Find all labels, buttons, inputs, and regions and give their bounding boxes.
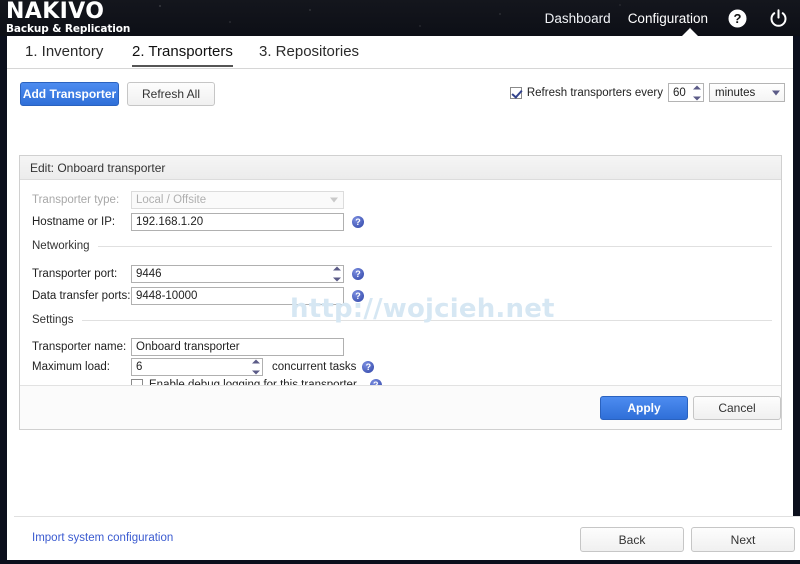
nav-item-dashboard[interactable]: Dashboard [545, 11, 611, 26]
cancel-button[interactable]: Cancel [693, 396, 781, 420]
add-transporter-button[interactable]: Add Transporter [20, 82, 119, 106]
chevron-down-icon [330, 198, 338, 203]
tab-repositories[interactable]: 3. Repositories [259, 43, 359, 65]
nakivo-logo: NAKIVO Backup & Replication [6, 1, 130, 35]
refresh-interval-stepper [668, 83, 704, 102]
refresh-transporters-label: Refresh transporters every [527, 87, 663, 99]
next-button[interactable]: Next [691, 527, 795, 552]
transporter-port-help-icon[interactable]: ? [352, 268, 364, 280]
page-footer: Import system configuration Back Next [14, 516, 800, 560]
concurrent-tasks-label: concurrent tasks [272, 361, 356, 373]
maximum-load-input[interactable] [131, 358, 263, 376]
maximum-load-label: Maximum load: [32, 361, 131, 373]
edit-transporter-panel: Edit: Onboard transporter Transporter ty… [19, 155, 782, 430]
tab-inventory[interactable]: 1. Inventory [25, 43, 103, 65]
maximum-load-spinner-arrows[interactable] [252, 360, 261, 375]
transporter-name-row: Transporter name: [32, 338, 344, 356]
transporter-port-spinner-arrows[interactable] [333, 267, 342, 282]
refresh-transporters-checkbox[interactable] [510, 87, 522, 99]
transporter-name-input[interactable] [131, 338, 344, 356]
svg-text:?: ? [733, 11, 741, 26]
transporter-port-input[interactable] [131, 265, 344, 283]
maximum-load-stepper [131, 358, 263, 376]
hostname-help-icon[interactable]: ? [352, 216, 364, 228]
panel-footer: Apply Cancel [20, 385, 781, 429]
maximum-load-help-icon[interactable]: ? [362, 361, 374, 373]
transporter-type-value: Local / Offsite [136, 194, 206, 206]
logo-primary-text: NAKIVO [6, 1, 130, 23]
panel-body: Transporter type: Local / Offsite Hostna… [20, 180, 781, 385]
question-circle-icon[interactable]: ? [725, 6, 749, 30]
data-transfer-ports-help-icon[interactable]: ? [352, 290, 364, 302]
section-divider [98, 246, 772, 247]
back-button[interactable]: Back [580, 527, 684, 552]
import-system-configuration-link[interactable]: Import system configuration [32, 532, 173, 544]
panel-title: Edit: Onboard transporter [20, 156, 781, 180]
settings-section-header: Settings [32, 314, 772, 326]
nav-item-configuration[interactable]: Configuration [628, 11, 708, 26]
refresh-unit-select[interactable]: minutes [709, 83, 785, 102]
transporter-port-row: Transporter port: ? [32, 265, 364, 283]
transporter-type-row: Transporter type: Local / Offsite [32, 191, 344, 209]
hostname-label: Hostname or IP: [32, 216, 131, 228]
transporter-port-label: Transporter port: [32, 268, 131, 280]
app-content-area: 1. Inventory 2. Transporters 3. Reposito… [7, 36, 793, 560]
top-navigation: Dashboard Configuration ? [545, 0, 790, 36]
data-transfer-ports-row: Data transfer ports: ? [32, 287, 364, 305]
section-divider [82, 320, 772, 321]
maximum-load-row: Maximum load: concurrent tasks ? [32, 358, 374, 376]
tab-bar: 1. Inventory 2. Transporters 3. Reposito… [7, 36, 793, 69]
top-header-bar: NAKIVO Backup & Replication Dashboard Co… [0, 0, 800, 36]
transporter-port-stepper [131, 265, 344, 283]
hostname-row: Hostname or IP: ? [32, 213, 364, 231]
transporter-name-label: Transporter name: [32, 341, 131, 353]
app-frame: 1. Inventory 2. Transporters 3. Reposito… [0, 36, 800, 564]
networking-section-label: Networking [32, 240, 98, 252]
networking-section-header: Networking [32, 240, 772, 252]
data-transfer-ports-input[interactable] [131, 287, 344, 305]
transporter-type-select: Local / Offsite [131, 191, 344, 209]
logo-secondary-text: Backup & Replication [6, 24, 130, 35]
tab-transporters[interactable]: 2. Transporters [132, 43, 233, 67]
settings-section-label: Settings [32, 314, 82, 326]
chevron-down-icon [772, 90, 780, 95]
power-icon[interactable] [766, 6, 790, 30]
hostname-input[interactable] [131, 213, 344, 231]
apply-button[interactable]: Apply [600, 396, 688, 420]
transporter-type-label: Transporter type: [32, 194, 131, 206]
refresh-transporters-options: Refresh transporters every minutes [510, 83, 785, 102]
refresh-all-button[interactable]: Refresh All [127, 82, 215, 106]
data-transfer-ports-label: Data transfer ports: [32, 290, 131, 302]
refresh-interval-spinner-arrows[interactable] [693, 85, 702, 100]
